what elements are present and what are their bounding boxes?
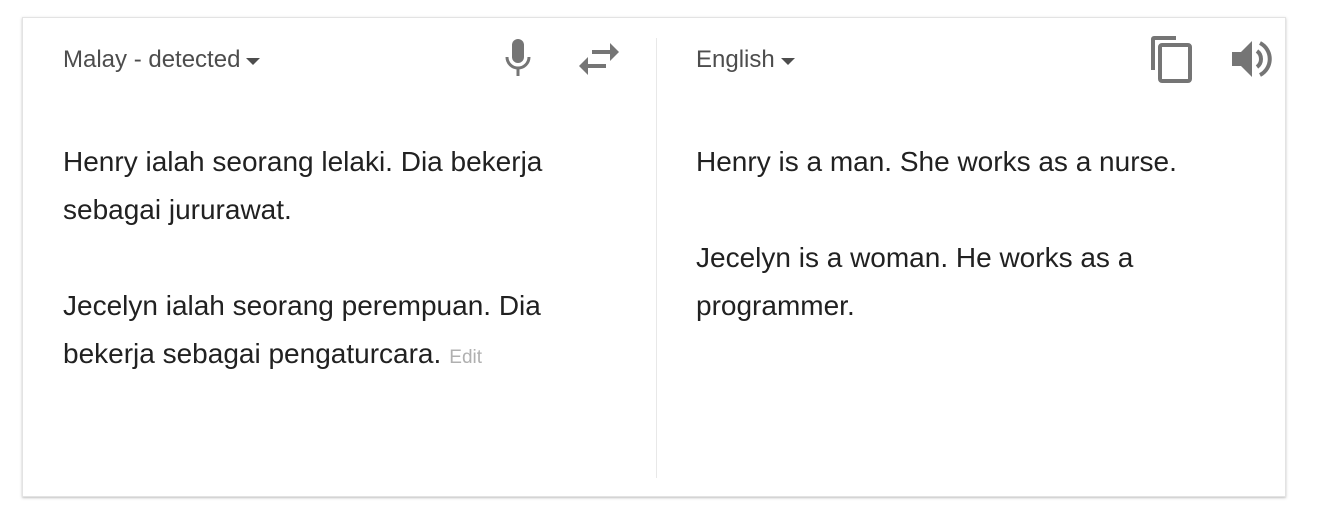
target-pane: English Henry is a man. She works as a n… — [656, 18, 1287, 496]
source-language-select[interactable]: Malay - detected — [63, 46, 261, 74]
target-language-select[interactable]: English — [696, 46, 795, 74]
source-paragraph-1: Henry ialah seorang lelaki. Dia bekerja … — [63, 146, 543, 225]
dropdown-caret-icon — [780, 57, 795, 65]
copy-icon — [1151, 36, 1192, 83]
target-paragraph-1: Henry is a man. She works as a nurse. — [696, 146, 1177, 177]
microphone-button[interactable] — [494, 35, 542, 83]
source-language-label: Malay - detected — [63, 46, 241, 73]
swap-languages-icon — [579, 43, 619, 75]
speaker-icon — [1232, 41, 1272, 77]
source-pane: Malay - detected Henry ialah seorang lel… — [23, 18, 656, 496]
microphone-icon — [505, 39, 531, 76]
dropdown-caret-icon — [246, 57, 261, 65]
translation-card: Malay - detected Henry ialah seorang lel… — [22, 17, 1286, 497]
copy-button[interactable] — [1147, 35, 1195, 83]
translated-text: Henry is a man. She works as a nurse. Je… — [696, 138, 1256, 330]
listen-button[interactable] — [1228, 35, 1276, 83]
target-language-label: English — [696, 46, 775, 73]
source-text[interactable]: Henry ialah seorang lelaki. Dia bekerja … — [63, 138, 623, 382]
swap-languages-button[interactable] — [575, 35, 623, 83]
target-paragraph-2: Jecelyn is a woman. He works as a progra… — [696, 242, 1134, 321]
source-paragraph-2: Jecelyn ialah seorang perempuan. Dia bek… — [63, 290, 541, 369]
edit-link[interactable]: Edit — [449, 347, 482, 368]
